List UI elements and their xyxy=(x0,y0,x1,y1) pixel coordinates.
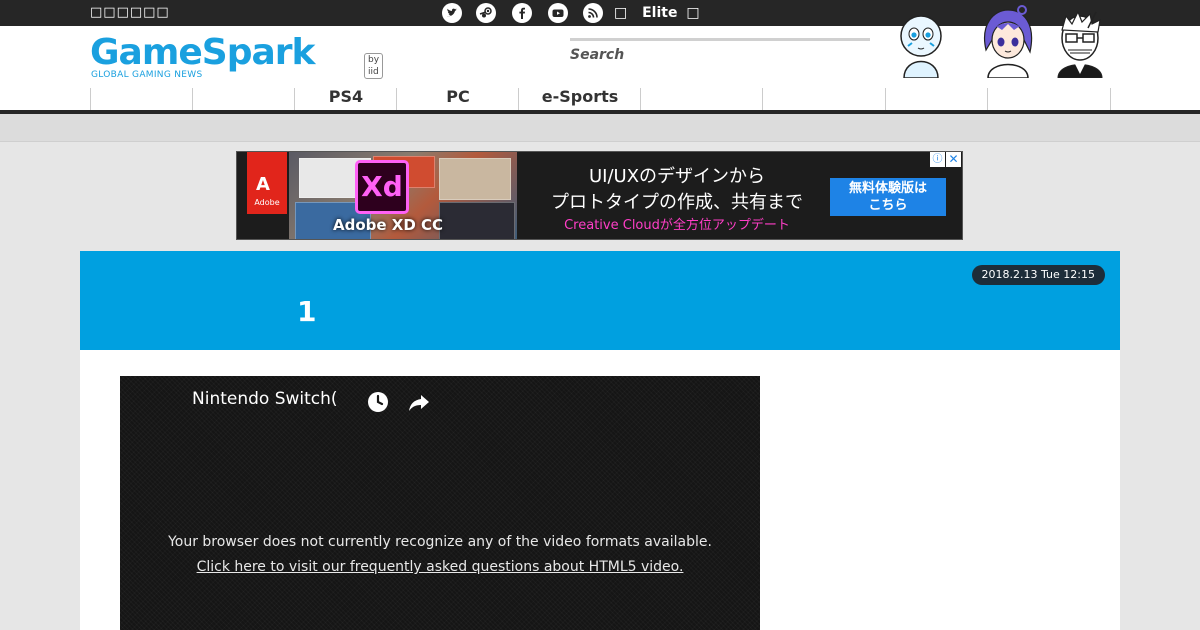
elite-prefix-glyph: □ xyxy=(614,5,628,21)
nav-item-7[interactable] xyxy=(762,88,886,110)
nav-item-6[interactable] xyxy=(640,88,763,110)
sub-nav-band xyxy=(0,114,1200,141)
elite-suffix-glyph: □ xyxy=(686,5,700,21)
twitter-icon[interactable] xyxy=(442,3,462,23)
main-nav: PS4 PC e-Sports xyxy=(90,88,1111,115)
mascot-snowman-icon[interactable] xyxy=(896,12,946,82)
ad-headline-2: プロトタイプの作成、共有まで xyxy=(551,192,803,213)
nav-item-8[interactable] xyxy=(885,88,988,110)
logo-by-iid: by iid xyxy=(364,53,384,79)
article-date-badge: 2018.2.13 Tue 12:15 xyxy=(971,265,1105,285)
video-format-message: Your browser does not currently recogniz… xyxy=(168,534,712,550)
site-logo[interactable]: GameSpark GLOBAL GAMING NEWS by iid xyxy=(90,32,384,80)
video-faq-link[interactable]: Click here to visit our frequently asked… xyxy=(120,559,760,575)
adobe-logo-icon: A Adobe xyxy=(247,152,287,214)
logo-subtitle: GLOBAL GAMING NEWS xyxy=(91,70,203,80)
site-tagline: □□□□□□ xyxy=(90,5,170,20)
nav-item-1[interactable] xyxy=(90,88,193,110)
steam-icon[interactable] xyxy=(476,3,496,23)
article-header: 2018.2.13 Tue 12:15 1 xyxy=(80,251,1120,350)
search-box[interactable] xyxy=(570,38,870,67)
ad-product-name: Adobe XD CC xyxy=(333,216,444,234)
rss-icon[interactable] xyxy=(583,3,603,23)
video-player[interactable]: Nintendo Switch( Your browser does not c… xyxy=(120,376,760,630)
nav-item-pc[interactable]: PC xyxy=(396,88,519,110)
facebook-icon[interactable] xyxy=(512,3,532,23)
ad-info-icon[interactable]: ⓘ xyxy=(930,152,945,167)
share-arrow-icon[interactable] xyxy=(407,390,431,414)
band-divider xyxy=(0,141,1200,142)
ad-close-icon[interactable]: ✕ xyxy=(946,152,961,167)
watch-later-clock-icon[interactable] xyxy=(366,390,390,414)
ad-headline-1: UI/UXのデザインから xyxy=(588,166,766,187)
elite-label: Elite xyxy=(642,5,678,21)
mascot-man-icon[interactable] xyxy=(1052,8,1108,82)
article-title: 1 xyxy=(297,295,317,328)
nav-item-esports[interactable]: e-Sports xyxy=(518,88,641,110)
adobe-xd-banner-ad[interactable]: A Adobe Xd Adobe XD CC UI/UXのデザインから プロトタ… xyxy=(236,151,963,240)
mascot-girl-icon[interactable] xyxy=(974,4,1042,82)
ad-cta-line1: 無料体験版は xyxy=(848,181,927,196)
xd-app-icon: Xd xyxy=(355,160,409,214)
logo-wordmark: GameSpark xyxy=(90,32,315,73)
video-title[interactable]: Nintendo Switch( xyxy=(192,389,338,409)
ad-tagline: Creative Cloudが全方位アップデート xyxy=(564,218,790,233)
nav-item-ps4[interactable]: PS4 xyxy=(294,88,397,110)
ad-cta-button[interactable]: 無料体験版は こちら xyxy=(830,178,946,216)
elite-link[interactable]: □ Elite □ xyxy=(614,0,700,26)
youtube-icon[interactable] xyxy=(548,3,568,23)
ad-cta-line2: こちら xyxy=(868,198,908,213)
nav-item-9[interactable] xyxy=(987,88,1111,110)
search-input[interactable] xyxy=(570,45,866,65)
